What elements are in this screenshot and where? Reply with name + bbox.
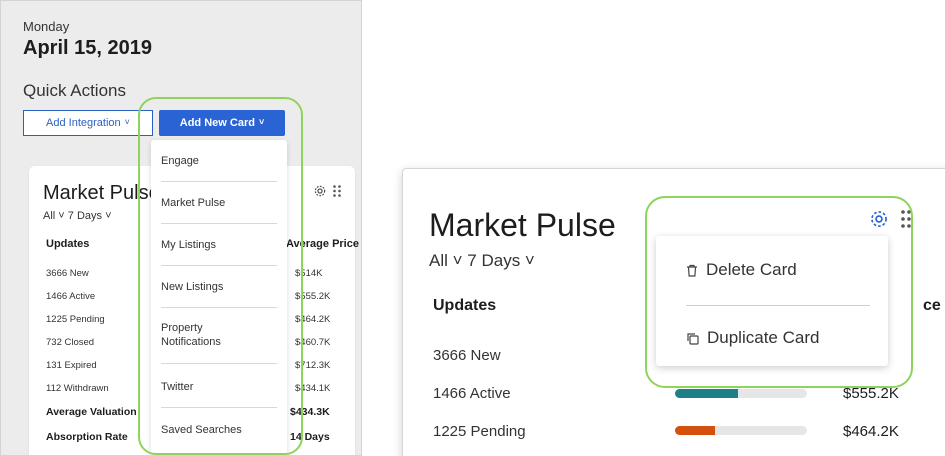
updates-header: Updates [433,297,497,314]
gear-icon[interactable] [313,184,327,198]
drag-handle-icon[interactable] [332,184,342,198]
filter-all[interactable]: All [43,210,55,222]
highlight-outline [645,196,913,388]
filter-days[interactable]: 7 Days [467,251,520,270]
chevron-down-icon: ˅ [55,210,68,222]
highlight-outline [138,97,303,455]
day-label: Monday [23,19,70,34]
chevron-down-icon: ˅ [447,251,468,270]
progress-bar [675,426,807,435]
table-row-value: $464.2K [843,423,899,440]
chevron-down-icon: ˅ [102,210,112,222]
price-header-fragment: ce [923,297,941,314]
filter-all[interactable]: All [429,251,448,270]
card-filters: All ˅ 7 Days ˅ [43,210,112,222]
table-row-label: 112 Withdrawn [46,383,109,394]
updates-header: Updates [46,238,90,250]
absorption-rate-label: Absorption Rate [46,431,128,443]
card-filters: All ˅ 7 Days ˅ [429,251,535,271]
add-integration-button[interactable]: Add Integration ˅ [23,110,153,136]
progress-bar [675,389,807,398]
average-valuation-label: Average Valuation [46,406,137,418]
table-row-label: 1225 Pending [433,423,526,440]
card-title: Market Pulse [429,207,616,243]
table-row-label: 3666 New [46,268,89,279]
table-row-label: 1466 Active [46,291,96,302]
chevron-down-icon: ˅ [520,251,535,270]
quick-actions-heading: Quick Actions [23,81,126,100]
progress-fill [675,426,715,435]
table-row-label: 1225 Pending [46,314,105,325]
table-row-label: 3666 New [433,347,501,364]
table-row-label: 131 Expired [46,360,97,371]
chevron-down-icon: ˅ [124,117,130,127]
filter-days[interactable]: 7 Days [68,210,102,222]
screenshot-composite: Monday April 15, 2019 Quick Actions Add … [0,0,945,456]
add-integration-label: Add Integration [46,117,121,129]
dashboard-panel: Monday April 15, 2019 Quick Actions Add … [0,0,362,456]
date-heading: April 15, 2019 [23,37,152,59]
progress-fill [675,389,739,398]
table-row-label: 1466 Active [433,385,511,402]
table-row-label: 732 Closed [46,337,95,348]
